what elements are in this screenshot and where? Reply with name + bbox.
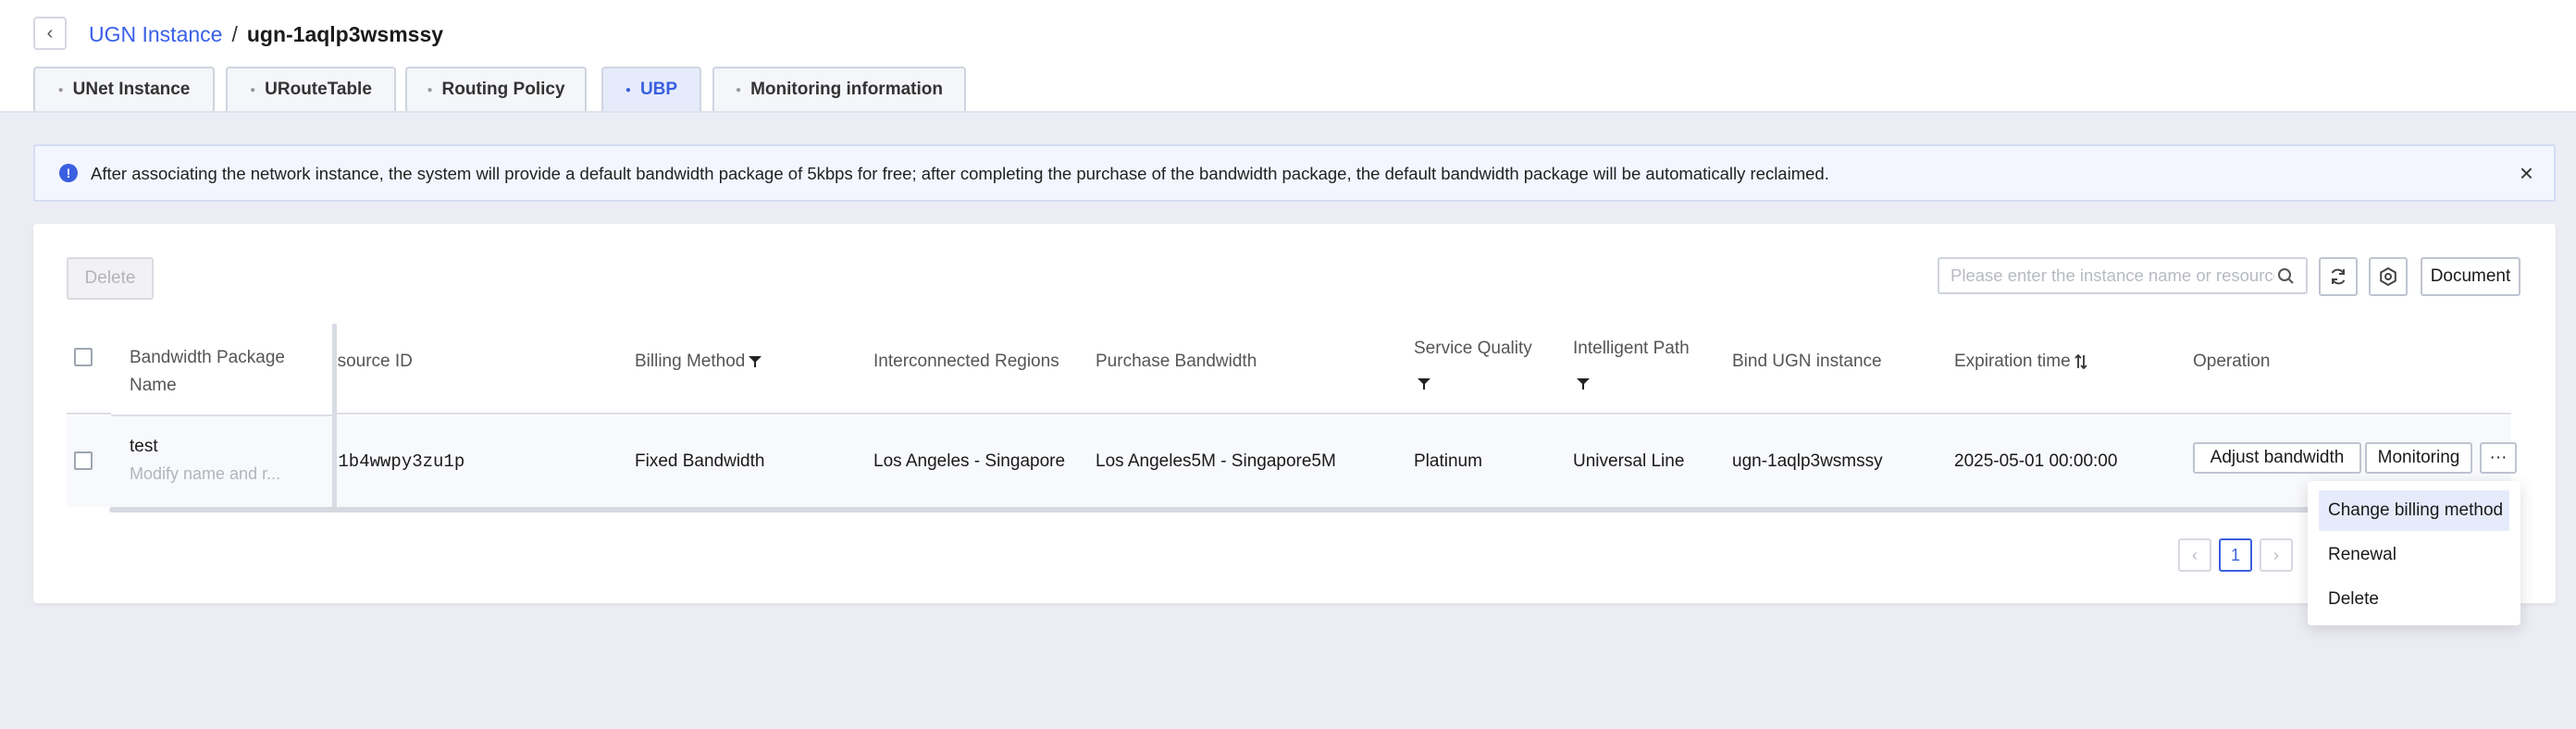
filter-icon[interactable]	[1577, 377, 1590, 390]
more-options-dropdown: Change billing method Renewal Delete	[2308, 481, 2520, 625]
tab-unet-instance[interactable]: ● UNet Instance	[33, 67, 215, 111]
col-operation: Operation	[2193, 352, 2271, 371]
menu-item-change-billing-method[interactable]: Change billing method	[2319, 490, 2509, 531]
tab-monitoring-information[interactable]: ● Monitoring information	[712, 67, 966, 111]
tab-uroutetable[interactable]: ● URouteTable	[226, 67, 396, 111]
cell-package-name: test	[130, 437, 158, 456]
pagination-page-1[interactable]: 1	[2219, 538, 2252, 572]
cell-intelligent-path: Universal Line	[1573, 451, 1685, 471]
horizontal-scrollbar[interactable]	[109, 507, 2478, 513]
ubp-table: esource ID Billing Method Interconnected…	[67, 324, 2517, 509]
monitoring-button[interactable]: Monitoring	[2365, 442, 2472, 474]
cell-package-remark[interactable]: Modify name and r...	[130, 464, 280, 484]
table-row: -1b4wwpy3zu1p Fixed Bandwidth Los Angele…	[67, 416, 2511, 507]
row-background	[111, 416, 332, 507]
refresh-icon	[2331, 268, 2346, 285]
col-bandwidth-package-name: Bandwidth Package Name	[130, 348, 285, 395]
breadcrumb: UGN Instance / ugn-1aqlp3wsmssy	[89, 19, 443, 50]
filter-icon[interactable]	[1418, 377, 1430, 390]
cell-expiration-time: 2025-05-01 00:00:00	[1954, 451, 2118, 471]
gear-icon	[2380, 266, 2396, 287]
table-header-row: esource ID Billing Method Interconnected…	[67, 324, 2511, 414]
tab-dot-icon: ●	[57, 84, 64, 95]
delete-button[interactable]: Delete	[67, 257, 154, 300]
col-expiration-time[interactable]: Expiration time	[1954, 352, 2088, 372]
search-icon[interactable]	[2276, 266, 2297, 287]
col-resource-id: esource ID	[328, 352, 413, 371]
refresh-button[interactable]	[2319, 257, 2358, 296]
cell-bind-ugn-instance: ugn-1aqlp3wsmssy	[1732, 451, 1883, 471]
cell-service-quality: Platinum	[1414, 451, 1482, 471]
notice-text: After associating the network instance, …	[91, 164, 1829, 183]
tab-routing-policy[interactable]: ● Routing Policy	[405, 67, 587, 111]
col-billing-method-label: Billing Method	[635, 352, 746, 371]
sort-icon[interactable]	[2074, 353, 2088, 370]
chevron-left-icon: ‹	[46, 23, 54, 43]
col-billing-method[interactable]: Billing Method	[635, 352, 762, 372]
fixed-name-column: Bandwidth Package Name test Modify name …	[111, 324, 337, 509]
row-checkbox[interactable]	[74, 451, 93, 470]
search-input[interactable]	[1951, 266, 2274, 286]
info-icon: !	[59, 164, 78, 182]
cell-billing-method: Fixed Bandwidth	[635, 451, 765, 471]
tab-label: UNet Instance	[72, 80, 191, 99]
pagination-prev-button[interactable]: ‹	[2178, 538, 2211, 572]
cell-resource-id: -1b4wwpy3zu1p	[328, 451, 465, 472]
ubp-list-card: Delete Document esource ID Billing Metho…	[33, 224, 2556, 603]
tab-label: UBP	[639, 80, 678, 99]
pagination-next-button[interactable]: ›	[2260, 538, 2293, 572]
tab-dot-icon: ●	[427, 84, 433, 95]
col-purchase-bandwidth: Purchase Bandwidth	[1096, 352, 1257, 371]
breadcrumb-separator: /	[231, 21, 238, 46]
breadcrumb-parent-link[interactable]: UGN Instance	[89, 22, 222, 47]
menu-item-delete[interactable]: Delete	[2319, 579, 2509, 620]
col-service-quality: Service Quality	[1414, 339, 1532, 358]
tab-dot-icon: ●	[625, 84, 631, 95]
col-intelligent-path: Intelligent Path	[1573, 339, 1690, 358]
menu-item-renewal[interactable]: Renewal	[2319, 535, 2509, 575]
adjust-bandwidth-button[interactable]: Adjust bandwidth	[2193, 442, 2361, 474]
tab-label: Monitoring information	[750, 80, 943, 99]
more-options-button[interactable]: ···	[2480, 442, 2517, 474]
cell-regions: Los Angeles - Singapore	[873, 451, 1066, 471]
info-notice-banner: ! After associating the network instance…	[33, 144, 2556, 202]
select-all-checkbox[interactable]	[74, 348, 93, 366]
close-icon[interactable]: ×	[2520, 159, 2533, 187]
page-title: ugn-1aqlp3wsmssy	[246, 21, 444, 46]
col-interconnected-regions: Interconnected Regions	[873, 352, 1059, 371]
tab-label: URouteTable	[265, 80, 372, 99]
more-icon: ···	[2489, 448, 2508, 467]
col-expiration-time-label: Expiration time	[1954, 352, 2071, 371]
col-bind-ugn-instance: Bind UGN instance	[1732, 352, 1882, 371]
search-box	[1938, 257, 2308, 294]
tab-ubp[interactable]: ● UBP	[601, 67, 701, 111]
document-button[interactable]: Document	[2421, 257, 2520, 296]
filter-icon[interactable]	[749, 355, 762, 368]
cell-purchase-bandwidth: Los Angeles5M - Singapore5M	[1096, 451, 1336, 471]
back-button[interactable]: ‹	[33, 17, 67, 50]
tab-dot-icon: ●	[250, 84, 256, 95]
tab-label: Routing Policy	[441, 80, 565, 99]
settings-button[interactable]	[2369, 257, 2408, 296]
top-bar: ‹ UGN Instance / ugn-1aqlp3wsmssy ● UNet…	[0, 0, 2576, 113]
tab-dot-icon: ●	[736, 84, 742, 95]
